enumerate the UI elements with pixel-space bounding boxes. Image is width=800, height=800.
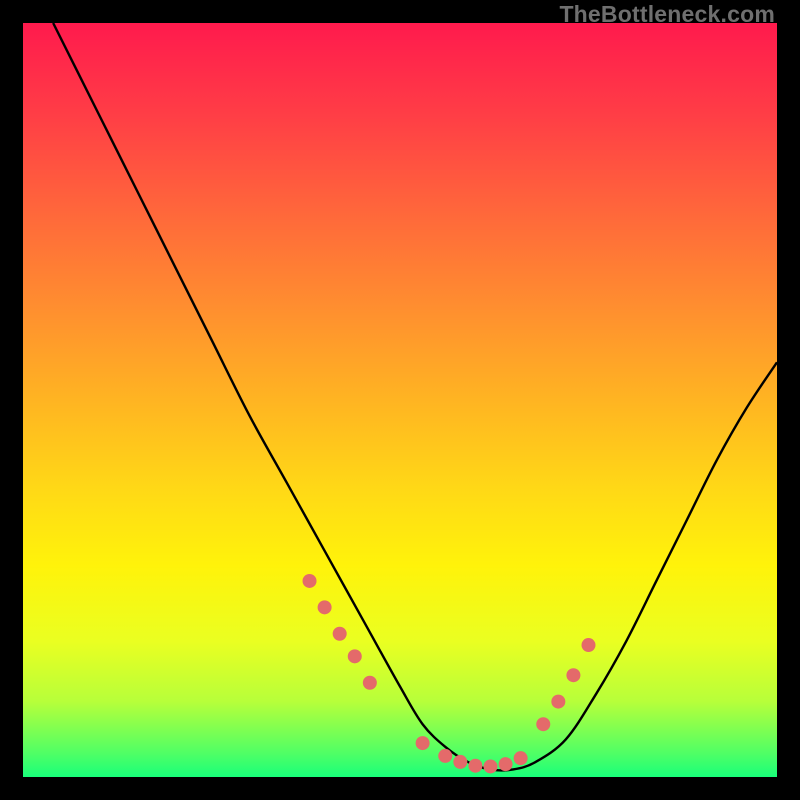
marker-dot bbox=[468, 759, 482, 773]
marker-dot bbox=[318, 600, 332, 614]
marker-dot bbox=[363, 676, 377, 690]
marker-dot bbox=[514, 751, 528, 765]
gradient-plot-area bbox=[23, 23, 777, 777]
marker-dot bbox=[499, 757, 513, 771]
marker-dot bbox=[566, 668, 580, 682]
curve-markers bbox=[303, 574, 596, 773]
marker-dot bbox=[582, 638, 596, 652]
curve-layer bbox=[23, 23, 777, 777]
marker-dot bbox=[303, 574, 317, 588]
marker-dot bbox=[348, 649, 362, 663]
chart-frame: TheBottleneck.com bbox=[0, 0, 800, 800]
marker-dot bbox=[333, 627, 347, 641]
marker-dot bbox=[453, 755, 467, 769]
marker-dot bbox=[438, 749, 452, 763]
marker-dot bbox=[551, 695, 565, 709]
marker-dot bbox=[536, 717, 550, 731]
marker-dot bbox=[416, 736, 430, 750]
marker-dot bbox=[483, 759, 497, 773]
bottleneck-curve bbox=[53, 23, 777, 770]
